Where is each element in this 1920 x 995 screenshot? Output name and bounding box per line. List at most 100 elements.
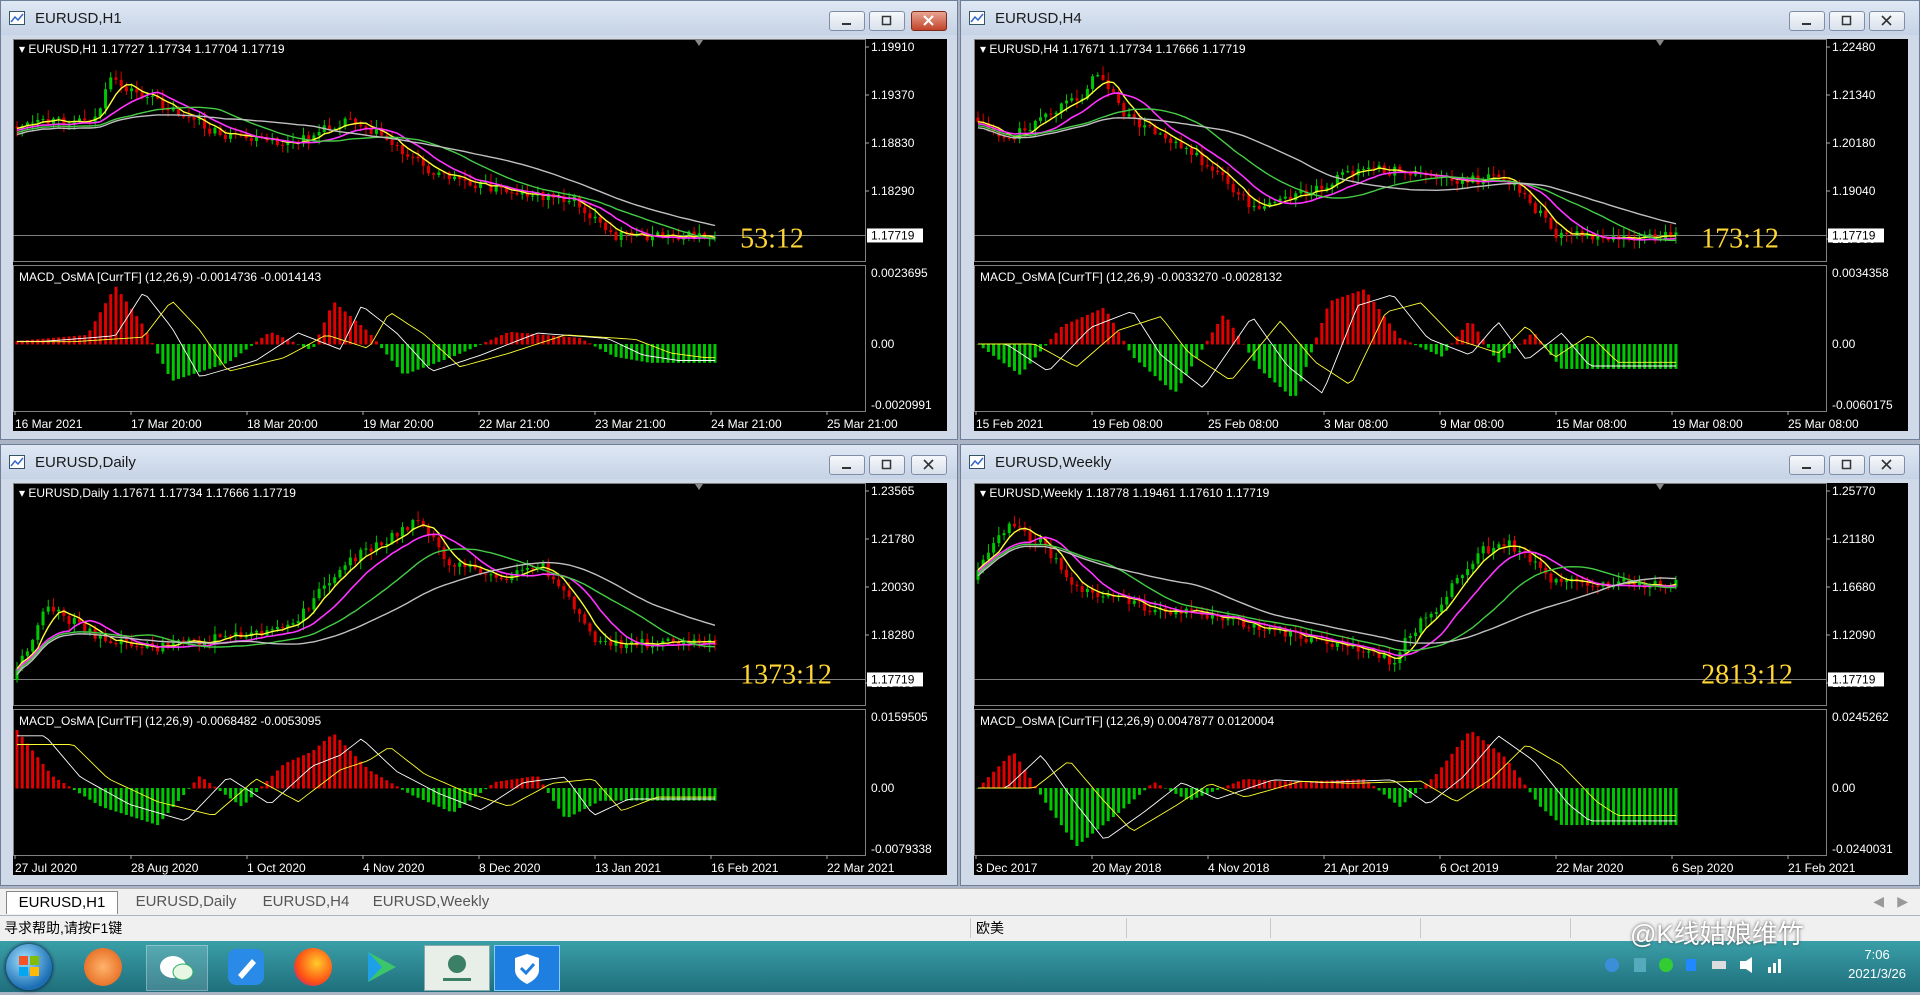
macd-histogram-bar — [1523, 339, 1527, 345]
chart-window-daily[interactable]: EURUSD,Daily ▾ EURUSD,Daily 1.17671 1.17… — [0, 444, 958, 886]
candle-body — [1309, 637, 1313, 643]
window-titlebar[interactable]: EURUSD,Daily — [1, 445, 957, 479]
macd-histogram-bar — [208, 782, 212, 789]
price-pane-border — [974, 39, 1827, 262]
macd-histogram-bar — [15, 730, 19, 789]
macd-histogram-bar — [1059, 326, 1063, 345]
candle-body — [1565, 232, 1569, 234]
macd-histogram-bar — [390, 344, 394, 361]
time-scale-label: 3 Dec 2017 — [976, 861, 1038, 875]
taskbar-app-note[interactable] — [228, 949, 264, 985]
tab-eurusd-daily[interactable]: EURUSD,Daily — [130, 891, 242, 913]
minimize-button[interactable] — [1789, 455, 1825, 475]
macd-histogram-bar — [1445, 760, 1449, 789]
maximize-button[interactable] — [869, 455, 905, 475]
taskbar-app-player[interactable] — [362, 948, 400, 986]
candle-body — [1481, 182, 1485, 185]
candle-body — [395, 144, 399, 146]
macd-histogram-bar — [525, 333, 529, 345]
close-button[interactable] — [1869, 455, 1905, 475]
macd-histogram-bar — [1002, 760, 1006, 789]
macd-histogram-bar — [1091, 312, 1095, 345]
tray-clock[interactable]: 7:06 2021/3/26 — [1848, 945, 1906, 983]
close-button[interactable] — [911, 11, 947, 31]
macd-histogram-bar — [1606, 344, 1610, 369]
tab-scroll-right[interactable]: ▶ — [1897, 893, 1908, 910]
macd-histogram-bar — [1132, 344, 1136, 359]
macd-histogram-bar — [567, 788, 571, 818]
price-chart[interactable]: ▾ EURUSD,H1 1.17727 1.17734 1.17704 1.17… — [13, 39, 947, 431]
taskbar-app-firefox[interactable] — [294, 948, 332, 986]
candle-body — [296, 621, 300, 624]
current-price-label: 1.17719 — [871, 672, 915, 686]
macd-histogram-bar — [666, 344, 670, 363]
macd-histogram-bar — [1346, 294, 1350, 345]
minimize-button[interactable] — [1789, 11, 1825, 31]
taskbar-app-shield[interactable] — [494, 945, 560, 991]
macd-histogram-bar — [593, 788, 597, 804]
price-chart[interactable]: ▾ EURUSD,Daily 1.17671 1.17734 1.17666 1… — [13, 483, 947, 875]
ma-long-line — [16, 561, 716, 676]
candle-body — [1273, 202, 1277, 204]
maximize-button[interactable] — [1829, 11, 1865, 31]
candle-body — [1346, 170, 1350, 173]
chart-area[interactable]: ▾ EURUSD,Weekly 1.18778 1.19461 1.17610 … — [974, 483, 1908, 875]
candle-body — [343, 565, 347, 570]
price-scale-label: 1.21780 — [871, 532, 915, 546]
macd-histogram-bar — [479, 788, 483, 793]
window-titlebar[interactable]: EURUSD,H4 — [961, 1, 1919, 35]
minimize-button[interactable] — [829, 455, 865, 475]
macd-histogram-bar — [598, 344, 602, 350]
chart-window-h1[interactable]: EURUSD,H1 ▾ EURUSD,H1 1.17727 1.17734 1.… — [0, 0, 958, 440]
candle-body — [1111, 89, 1115, 93]
macd-histogram-bar — [312, 750, 316, 789]
candle-body — [1169, 611, 1173, 615]
window-titlebar[interactable]: EURUSD,H1 — [1, 1, 957, 35]
time-scale-label: 23 Mar 21:00 — [595, 417, 666, 431]
chart-area[interactable]: ▾ EURUSD,H1 1.17727 1.17734 1.17704 1.17… — [13, 39, 947, 431]
maximize-button[interactable] — [869, 11, 905, 31]
chart-area[interactable]: ▾ EURUSD,H4 1.17671 1.17734 1.17666 1.17… — [974, 39, 1908, 431]
candle-body — [562, 586, 566, 591]
candle-body — [1247, 194, 1251, 208]
start-button[interactable] — [6, 944, 52, 990]
tray-icons[interactable] — [1600, 953, 1800, 977]
candle-body — [124, 86, 128, 92]
macd-histogram-bar — [374, 774, 378, 789]
candle-body — [1455, 180, 1459, 184]
close-button[interactable] — [911, 455, 947, 475]
macd-histogram-bar — [536, 334, 540, 345]
tab-eurusd-h1[interactable]: EURUSD,H1 — [6, 891, 118, 914]
price-chart[interactable]: ▾ EURUSD,Weekly 1.18778 1.19461 1.17610 … — [974, 483, 1908, 875]
minimize-button[interactable] — [829, 11, 865, 31]
taskbar-app-wechat[interactable] — [146, 945, 208, 991]
candle-body — [1455, 578, 1459, 584]
candle-body — [515, 192, 519, 195]
candle-body — [416, 520, 420, 522]
macd-histogram-bar — [400, 788, 404, 790]
price-chart[interactable]: ▾ EURUSD,H4 1.17671 1.17734 1.17666 1.17… — [974, 39, 1908, 431]
candle-body — [1361, 169, 1365, 171]
chart-window-weekly[interactable]: EURUSD,Weekly ▾ EURUSD,Weekly 1.18778 1.… — [960, 444, 1920, 886]
tab-scroll-left[interactable]: ◀ — [1873, 893, 1884, 910]
window-titlebar[interactable]: EURUSD,Weekly — [961, 445, 1919, 479]
taskbar-app-orange[interactable] — [84, 948, 122, 986]
macd-histogram-bar — [583, 788, 587, 809]
macd-histogram-bar — [348, 750, 352, 789]
maximize-button[interactable] — [1829, 455, 1865, 475]
macd-histogram-bar — [1643, 344, 1647, 369]
chart-window-h4[interactable]: EURUSD,H4 ▾ EURUSD,H4 1.17671 1.17734 1.… — [960, 0, 1920, 440]
close-button[interactable] — [1869, 11, 1905, 31]
macd-histogram-bar — [1539, 788, 1543, 807]
macd-histogram-bar — [359, 761, 363, 789]
tab-eurusd-h4[interactable]: EURUSD,H4 — [256, 891, 356, 913]
chart-window-icon — [9, 455, 25, 469]
macd-histogram-bar — [1148, 785, 1152, 789]
macd-histogram-bar — [317, 745, 321, 789]
macd-histogram-bar — [541, 334, 545, 345]
chart-area[interactable]: ▾ EURUSD,Daily 1.17671 1.17734 1.17666 1… — [13, 483, 947, 875]
macd-histogram-bar — [109, 294, 113, 345]
tab-eurusd-weekly[interactable]: EURUSD,Weekly — [370, 891, 492, 913]
ma-mid-line — [977, 92, 1677, 241]
taskbar-app-mt4[interactable] — [424, 945, 490, 991]
